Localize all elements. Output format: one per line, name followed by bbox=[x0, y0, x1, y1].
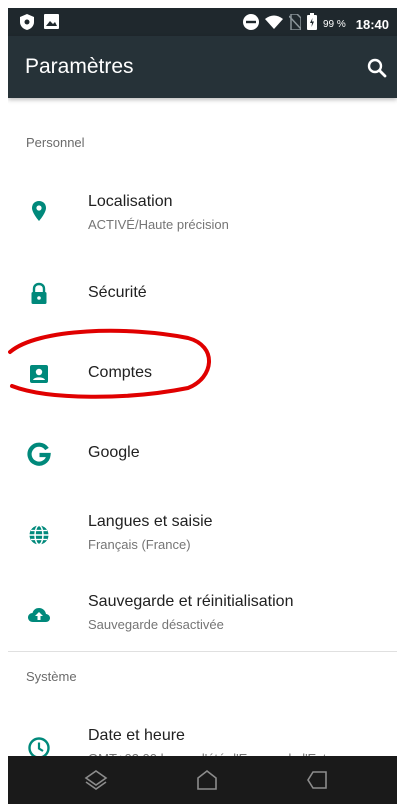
no-sim-icon bbox=[288, 12, 302, 35]
settings-item-summary: Français (France) bbox=[88, 537, 191, 552]
back-icon[interactable] bbox=[304, 766, 332, 794]
settings-item-label: Sauvegarde et réinitialisation bbox=[88, 593, 294, 610]
settings-item-securite[interactable]: Sécurité bbox=[8, 255, 397, 333]
clock-time: 18:40 bbox=[355, 16, 389, 32]
search-icon[interactable] bbox=[365, 56, 389, 80]
lock-icon bbox=[26, 281, 52, 307]
settings-item-label: Localisation bbox=[88, 193, 173, 210]
cloud-upload-icon bbox=[26, 602, 52, 628]
settings-item-summary: ACTIVÉ/Haute précision bbox=[88, 217, 229, 232]
image-icon bbox=[44, 14, 59, 35]
settings-screen: 99 % 18:40 Paramètres Personnel Localisa… bbox=[8, 8, 397, 804]
account-box-icon bbox=[26, 361, 52, 387]
layers-icon[interactable] bbox=[82, 766, 110, 794]
settings-item-label: Google bbox=[88, 444, 140, 461]
settings-item-label: Comptes bbox=[88, 364, 153, 381]
settings-item-label: Sécurité bbox=[88, 284, 147, 301]
settings-item-langues[interactable]: Langues et saisie Français (France) bbox=[8, 495, 397, 573]
section-header-systeme: Système bbox=[26, 669, 77, 684]
settings-item-sauvegarde[interactable]: Sauvegarde et réinitialisation Sauvegard… bbox=[8, 575, 397, 653]
settings-item-google[interactable]: Google bbox=[8, 415, 397, 493]
settings-item-localisation[interactable]: Localisation ACTIVÉ/Haute précision bbox=[8, 175, 397, 253]
page-title: Paramètres bbox=[25, 55, 134, 78]
wifi-icon bbox=[264, 15, 283, 34]
section-divider bbox=[8, 651, 397, 652]
section-header-personnel: Personnel bbox=[26, 135, 85, 150]
settings-item-summary: Sauvegarde désactivée bbox=[88, 617, 224, 632]
settings-item-label: Langues et saisie bbox=[88, 513, 213, 530]
settings-item-label: Date et heure bbox=[88, 727, 185, 744]
globe-icon bbox=[26, 522, 52, 548]
battery-icon bbox=[306, 13, 317, 35]
status-bar: 99 % 18:40 bbox=[8, 8, 397, 36]
battery-percent: 99 % bbox=[322, 18, 346, 30]
app-bar: Paramètres bbox=[8, 36, 397, 98]
location-pin-icon bbox=[26, 198, 52, 224]
do-not-disturb-icon bbox=[242, 13, 259, 35]
shield-icon bbox=[20, 14, 34, 35]
navigation-bar bbox=[8, 756, 397, 804]
google-g-icon bbox=[26, 441, 52, 467]
settings-item-comptes[interactable]: Comptes bbox=[8, 335, 397, 413]
home-icon[interactable] bbox=[193, 766, 221, 794]
